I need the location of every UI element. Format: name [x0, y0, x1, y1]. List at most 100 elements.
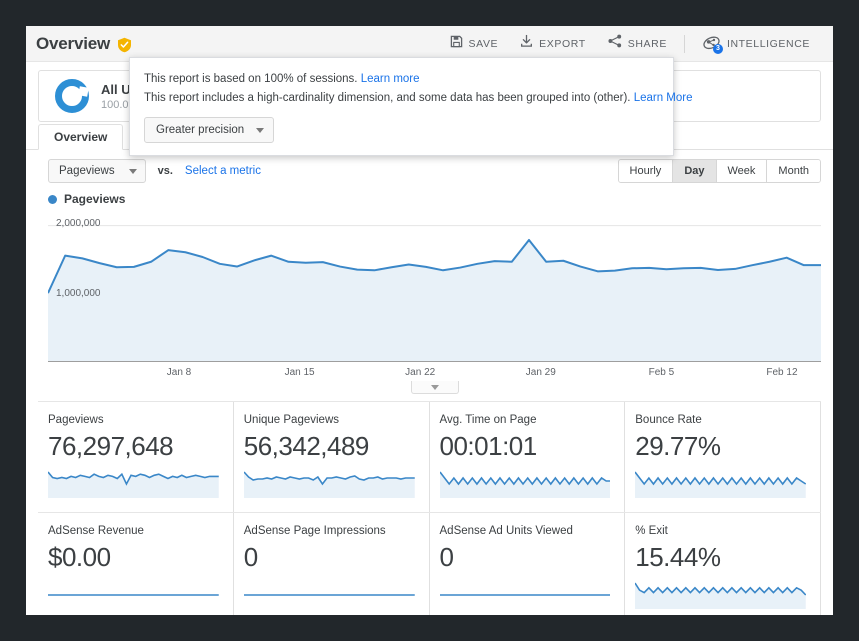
chart-svg: [48, 225, 821, 362]
metric-card[interactable]: Pageviews 76,297,648: [38, 402, 234, 512]
metric-card-label: Unique Pageviews: [243, 414, 340, 426]
metric-card-sparkline: [48, 468, 219, 498]
metric-card-label: Bounce Rate: [635, 414, 702, 426]
metric-card-value: $0.00: [48, 542, 111, 572]
x-axis-tick-label: Jan 15: [284, 367, 315, 378]
metric-controls-row: Pageviews vs. Select a metric Hourly Day…: [26, 150, 833, 192]
metric-card[interactable]: AdSense Page Impressions 0: [234, 513, 430, 615]
popup-line-cardinality: This report includes a high-cardinality …: [144, 89, 693, 108]
metric-card-value: 00:01:01: [439, 431, 538, 461]
sparkline-svg: [440, 579, 611, 609]
metric-card-sparkline: [48, 579, 219, 609]
metric-cards-section: Pageviews 76,297,648 Unique Pageviews 56,34…: [26, 383, 833, 615]
y-axis-label-mid: 1,000,000: [56, 288, 101, 299]
y-axis-label-top: 2,000,000: [56, 218, 101, 229]
tab-overview[interactable]: Overview: [38, 124, 124, 150]
granularity-day[interactable]: Day: [673, 160, 717, 182]
metric-card[interactable]: AdSense Revenue $0.00: [38, 513, 234, 615]
intelligence-button-label: INTELLIGENCE: [726, 37, 810, 50]
save-button[interactable]: SAVE: [439, 26, 510, 61]
chart-legend: Pageviews: [48, 192, 821, 206]
sparkline-svg: [635, 468, 806, 498]
sparkline-fill: [439, 472, 611, 498]
metric-card-value: 76,297,648: [48, 431, 174, 461]
x-axis-tick-label: Jan 8: [166, 367, 192, 378]
sparkline-svg: [635, 579, 806, 609]
metric-card[interactable]: Unique Pageviews 56,342,489: [234, 402, 430, 512]
save-button-label: SAVE: [468, 37, 499, 50]
sparkline-svg: [439, 468, 611, 498]
sparkline-fill: [635, 583, 806, 609]
metric-card-sparkline: [440, 579, 611, 609]
analytics-report-page: Overview SAVE EXPORT SHARE 3 INTELLIGENC…: [26, 26, 833, 615]
metric-card-sparkline: [635, 468, 806, 498]
verified-shield-icon: [117, 37, 132, 53]
primary-metric-value: Pageviews: [59, 165, 115, 177]
header-actions: SAVE EXPORT SHARE 3 INTELLIGENCE: [439, 26, 821, 61]
share-button[interactable]: SHARE: [597, 26, 678, 61]
precision-dropdown-value: Greater precision: [156, 124, 245, 136]
intelligence-badge: 3: [712, 44, 723, 54]
metric-card-label: AdSense Page Impressions: [243, 525, 386, 537]
granularity-week[interactable]: Week: [716, 160, 768, 182]
metric-cards-row-2: AdSense Revenue $0.00 AdSense Page Impress…: [38, 512, 821, 615]
download-icon: [520, 34, 533, 53]
sparkline-fill: [243, 472, 415, 498]
chart-x-axis: Jan 8 Jan 15 Jan 22 Jan 29 Feb 5 Feb 12: [48, 361, 821, 394]
granularity-month[interactable]: Month: [767, 160, 820, 182]
page-title: Overview: [36, 33, 111, 53]
metric-card-value: 0: [243, 542, 258, 572]
metric-card[interactable]: Bounce Rate 29.77%: [625, 402, 821, 512]
chart-resize-handle[interactable]: [410, 381, 459, 394]
metric-card-label: Pageviews: [48, 414, 104, 426]
metric-card-label: AdSense Ad Units Viewed: [439, 525, 573, 537]
sparkline-svg: [243, 468, 415, 498]
sparkline-fill: [635, 472, 806, 498]
metric-cards-row-1: Pageviews 76,297,648 Unique Pageviews 56,34…: [38, 401, 821, 512]
metric-card[interactable]: Avg. Time on Page 00:01:01: [430, 402, 626, 512]
tab-overview-label: Overview: [54, 130, 108, 144]
chevron-down-icon: [256, 127, 265, 133]
intelligence-button[interactable]: 3 INTELLIGENCE: [691, 26, 821, 61]
popup-line-sampling: This report is based on 100% of sessions…: [144, 70, 659, 89]
vs-label: vs.: [157, 165, 173, 177]
export-button[interactable]: EXPORT: [509, 26, 597, 61]
metric-card-value: 29.77%: [635, 431, 721, 461]
legend-dot-pageviews: [48, 194, 57, 204]
intelligence-icon: 3: [702, 35, 723, 54]
toolbar-divider: [683, 34, 685, 53]
select-a-metric-link[interactable]: Select a metric: [185, 165, 261, 177]
precision-dropdown[interactable]: Greater precision: [144, 117, 275, 143]
metric-card-sparkline: [439, 468, 611, 498]
metric-card-sparkline: [635, 579, 806, 609]
metric-card-value: 15.44%: [635, 542, 721, 572]
popup-line2-learn-more-link[interactable]: Learn More: [634, 92, 693, 104]
chevron-down-icon: [430, 384, 439, 390]
main-chart: Pageviews 2,000,000 1,000,000 Jan 8 Jan 1…: [26, 192, 833, 394]
sparkline-svg: [244, 579, 415, 609]
export-button-label: EXPORT: [539, 37, 586, 50]
metric-card-value: 56,342,489: [243, 431, 370, 461]
metric-card-sparkline: [244, 579, 415, 609]
popup-line2-text: This report includes a high-cardinality …: [144, 92, 631, 104]
metric-card-sparkline: [243, 468, 415, 498]
popup-line1-learn-more-link[interactable]: Learn more: [361, 73, 420, 85]
metric-card-label: % Exit: [635, 525, 668, 537]
x-axis-tick-label: Feb 12: [766, 367, 798, 378]
primary-metric-dropdown[interactable]: Pageviews: [48, 159, 146, 183]
metric-card-label: AdSense Revenue: [48, 525, 144, 537]
granularity-toggle-group: Hourly Day Week Month: [617, 159, 821, 183]
report-info-popup: This report is based on 100% of sessions…: [129, 57, 693, 156]
chart-plot-area[interactable]: 2,000,000 1,000,000: [48, 212, 821, 362]
chevron-down-icon: [128, 168, 137, 174]
granularity-hourly[interactable]: Hourly: [618, 160, 674, 182]
metric-card-label: Avg. Time on Page: [439, 414, 537, 426]
share-button-label: SHARE: [627, 37, 667, 50]
sparkline-svg: [48, 468, 219, 498]
metric-card[interactable]: % Exit 15.44%: [625, 513, 821, 615]
sparkline-svg: [48, 579, 219, 609]
popup-line1-text: This report is based on 100% of sessions…: [144, 73, 358, 85]
chart-area-fill: [48, 239, 821, 362]
metric-card-value: 0: [439, 542, 454, 572]
metric-card[interactable]: AdSense Ad Units Viewed 0: [430, 513, 626, 615]
